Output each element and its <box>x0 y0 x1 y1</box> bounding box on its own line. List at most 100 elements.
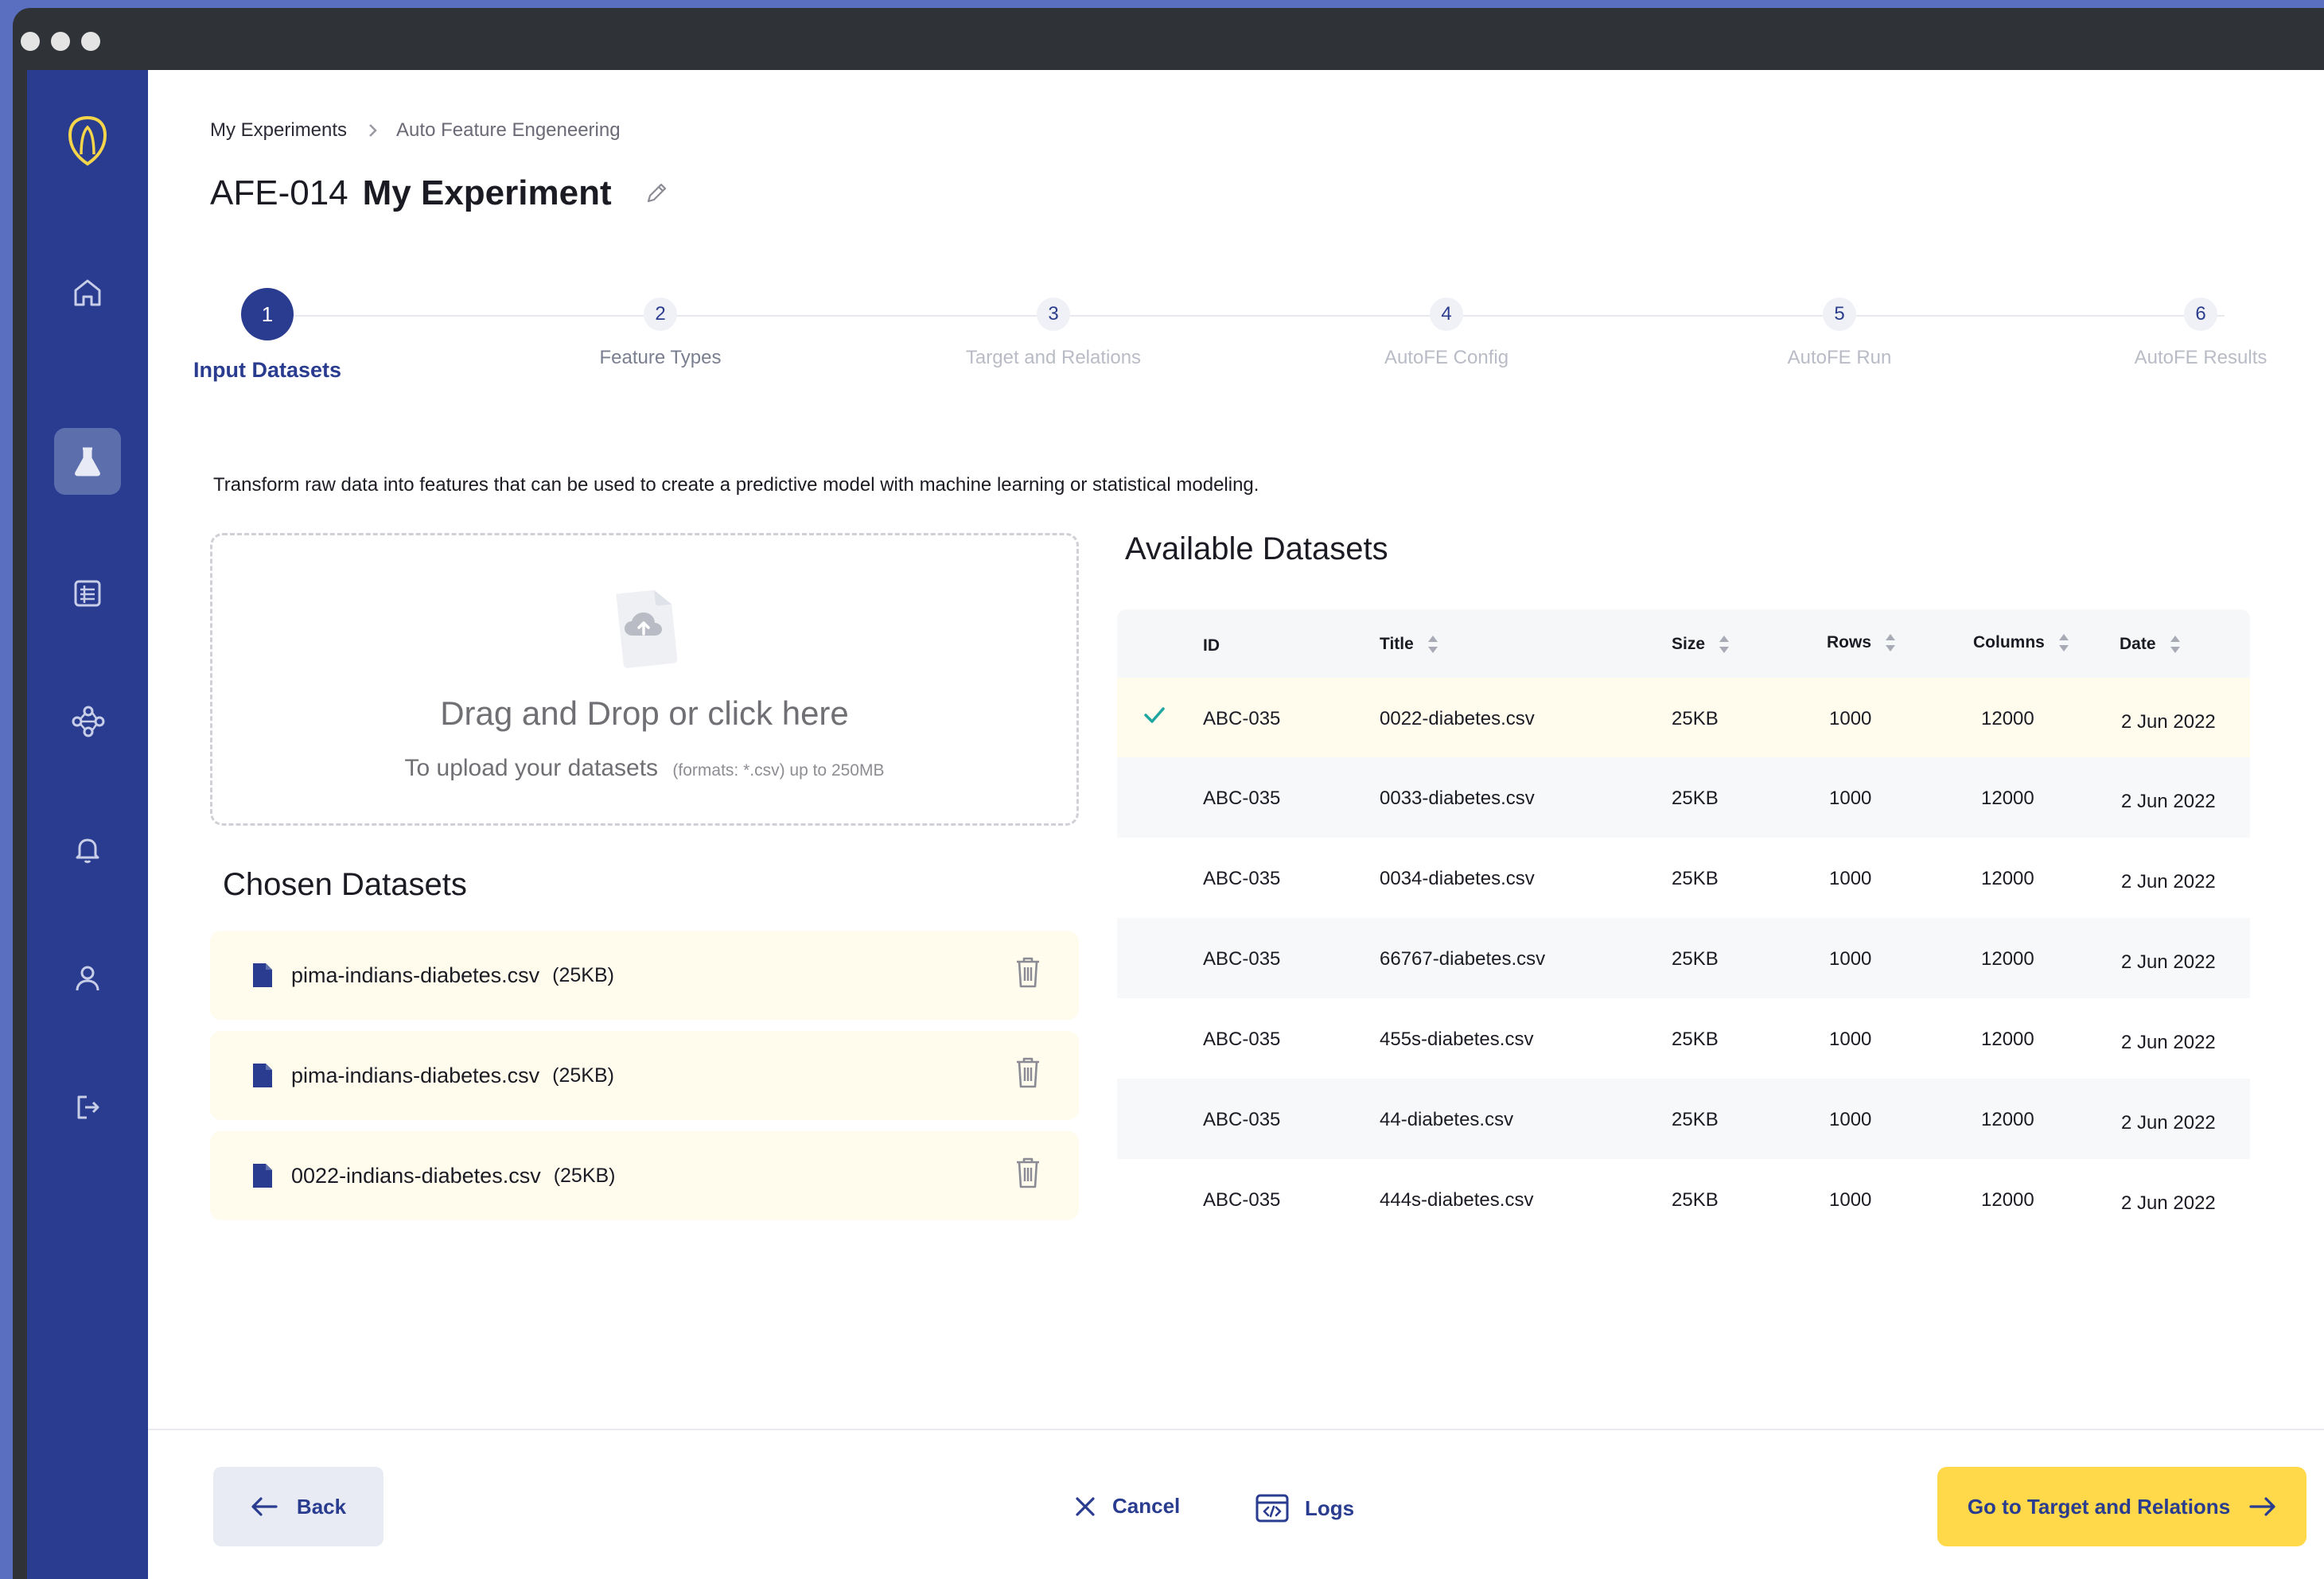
window-minimize-dot[interactable] <box>51 32 70 51</box>
step-label: Input Datasets <box>193 358 342 382</box>
cell-size: 25KB <box>1672 788 1719 809</box>
nav-experiments[interactable] <box>54 428 121 495</box>
column-header-date[interactable]: Date <box>2120 633 2182 655</box>
dropzone-subtitle-text: To upload your datasets <box>404 755 659 781</box>
chosen-item: pima-indians-diabetes.csv (25KB) <box>210 931 1079 1020</box>
breadcrumb-parent[interactable]: My Experiments <box>210 119 347 142</box>
upload-dropzone[interactable]: Drag and Drop or click here To upload yo… <box>210 533 1079 826</box>
cell-date: 2 Jun 2022 <box>2121 871 2216 893</box>
sort-icon[interactable] <box>1718 633 1730 655</box>
step-3[interactable]: 3 Target and Relations <box>934 285 1173 369</box>
network-icon <box>72 706 105 737</box>
column-header-label: Size <box>1672 635 1706 653</box>
cell-title: 44-diabetes.csv <box>1380 1109 1514 1130</box>
cell-columns: 12000 <box>1981 708 2034 729</box>
cell-title: 0033-diabetes.csv <box>1380 788 1535 809</box>
sort-icon[interactable] <box>2169 633 2182 655</box>
cell-rows: 1000 <box>1829 708 1872 729</box>
column-header-id[interactable]: ID <box>1203 636 1220 655</box>
step-1[interactable]: 1 Input Datasets <box>148 285 387 383</box>
step-5[interactable]: 5 AutoFE Run <box>1720 285 1959 369</box>
cell-columns: 12000 <box>1981 788 2034 809</box>
go-to-target-relations-button[interactable]: Go to Target and Relations <box>1937 1467 2306 1546</box>
step-label: AutoFE Results <box>2134 347 2268 368</box>
trash-icon[interactable] <box>1014 955 1042 990</box>
pencil-icon[interactable] <box>644 181 669 206</box>
cell-rows: 1000 <box>1829 788 1872 809</box>
dropzone-formats: (formats: *.csv) up to 250MB <box>672 761 885 780</box>
table-row[interactable]: ABC-035 455s-diabetes.csv 25KB 1000 1200… <box>1117 998 2250 1079</box>
window-titlebar <box>13 8 2324 70</box>
column-header-label: Title <box>1380 635 1414 653</box>
table-row[interactable]: ABC-035 44-diabetes.csv 25KB 1000 12000 … <box>1117 1079 2250 1159</box>
sort-icon[interactable] <box>1427 633 1439 655</box>
next-button-label: Go to Target and Relations <box>1967 1494 2231 1519</box>
cell-date: 2 Jun 2022 <box>2121 791 2216 812</box>
back-button[interactable]: Back <box>213 1467 383 1546</box>
trash-icon[interactable] <box>1014 1055 1042 1090</box>
column-header-label: Date <box>2120 635 2156 653</box>
nav-home[interactable] <box>54 259 121 326</box>
cell-id: ABC-035 <box>1203 1189 1281 1211</box>
sort-icon[interactable] <box>2057 632 2070 654</box>
cell-columns: 12000 <box>1981 948 2034 970</box>
trash-icon[interactable] <box>1014 1155 1042 1190</box>
chosen-file-size: (25KB) <box>552 1064 614 1087</box>
intro-text: Transform raw data into features that ca… <box>213 474 1259 496</box>
nav-notifications[interactable] <box>54 816 121 883</box>
column-header-size[interactable]: Size <box>1672 633 1730 655</box>
nav-pipelines[interactable] <box>54 688 121 755</box>
step-number: 4 <box>1430 298 1463 331</box>
window-close-dot[interactable] <box>21 32 40 51</box>
table-header: ID Title Size Rows Columns Date <box>1117 609 2250 678</box>
logout-icon <box>77 1095 99 1119</box>
window-maximize-dot[interactable] <box>81 32 100 51</box>
table-row[interactable]: ABC-035 66767-diabetes.csv 25KB 1000 120… <box>1117 918 2250 998</box>
arrow-right-icon <box>2249 1497 2275 1516</box>
experiment-code: AFE-014 <box>210 173 348 212</box>
step-number: 6 <box>2184 298 2217 331</box>
cancel-button-label: Cancel <box>1112 1494 1181 1518</box>
cell-title: 455s-diabetes.csv <box>1380 1029 1534 1050</box>
cancel-button[interactable]: Cancel <box>1074 1494 1180 1519</box>
table-row[interactable]: ABC-035 0034-diabetes.csv 25KB 1000 1200… <box>1117 838 2250 918</box>
step-6[interactable]: 6 AutoFE Results <box>2081 285 2320 369</box>
nav-profile[interactable] <box>54 945 121 1012</box>
cell-size: 25KB <box>1672 868 1719 889</box>
chosen-item: pima-indians-diabetes.csv (25KB) <box>210 1031 1079 1120</box>
sort-icon[interactable] <box>1884 632 1897 654</box>
column-header-title[interactable]: Title <box>1380 633 1439 655</box>
cell-id: ABC-035 <box>1203 708 1281 729</box>
arrow-left-icon <box>251 1497 278 1516</box>
cell-title: 444s-diabetes.csv <box>1380 1189 1534 1211</box>
step-label: Feature Types <box>599 347 722 368</box>
chosen-file-name: pima-indians-diabetes.csv <box>291 1063 540 1087</box>
list-icon <box>74 580 101 607</box>
nav-datasets[interactable] <box>54 560 121 627</box>
datasets-table: ID Title Size Rows Columns Date ABC-035 … <box>1117 609 2250 1239</box>
cell-id: ABC-035 <box>1203 868 1281 889</box>
cell-date: 2 Jun 2022 <box>2121 1112 2216 1134</box>
column-header-label: Rows <box>1827 633 1872 651</box>
column-header-columns[interactable]: Columns <box>1973 632 2070 654</box>
step-number: 3 <box>1037 298 1070 331</box>
table-row[interactable]: ABC-035 0033-diabetes.csv 25KB 1000 1200… <box>1117 757 2250 838</box>
cloud-upload-icon <box>609 583 685 672</box>
file-icon <box>251 962 274 989</box>
cell-id: ABC-035 <box>1203 788 1281 809</box>
table-row[interactable]: ABC-035 444s-diabetes.csv 25KB 1000 1200… <box>1117 1159 2250 1239</box>
chosen-datasets-title: Chosen Datasets <box>223 867 467 902</box>
table-row[interactable]: ABC-035 0022-diabetes.csv 25KB 1000 1200… <box>1117 678 2250 757</box>
breadcrumb-current: Auto Feature Engeneering <box>396 119 621 141</box>
nav-logout[interactable] <box>54 1074 121 1141</box>
cell-rows: 1000 <box>1829 1109 1872 1130</box>
cell-title: 0022-diabetes.csv <box>1380 708 1535 729</box>
chevron-right-icon <box>368 123 379 138</box>
logs-button[interactable]: Logs <box>1255 1494 1354 1523</box>
column-header-rows[interactable]: Rows <box>1827 632 1897 654</box>
shield-logo-icon[interactable] <box>62 113 113 169</box>
cell-id: ABC-035 <box>1203 1109 1281 1130</box>
home-icon <box>74 279 101 306</box>
step-4[interactable]: 4 AutoFE Config <box>1327 285 1566 369</box>
step-2[interactable]: 2 Feature Types <box>541 285 780 369</box>
